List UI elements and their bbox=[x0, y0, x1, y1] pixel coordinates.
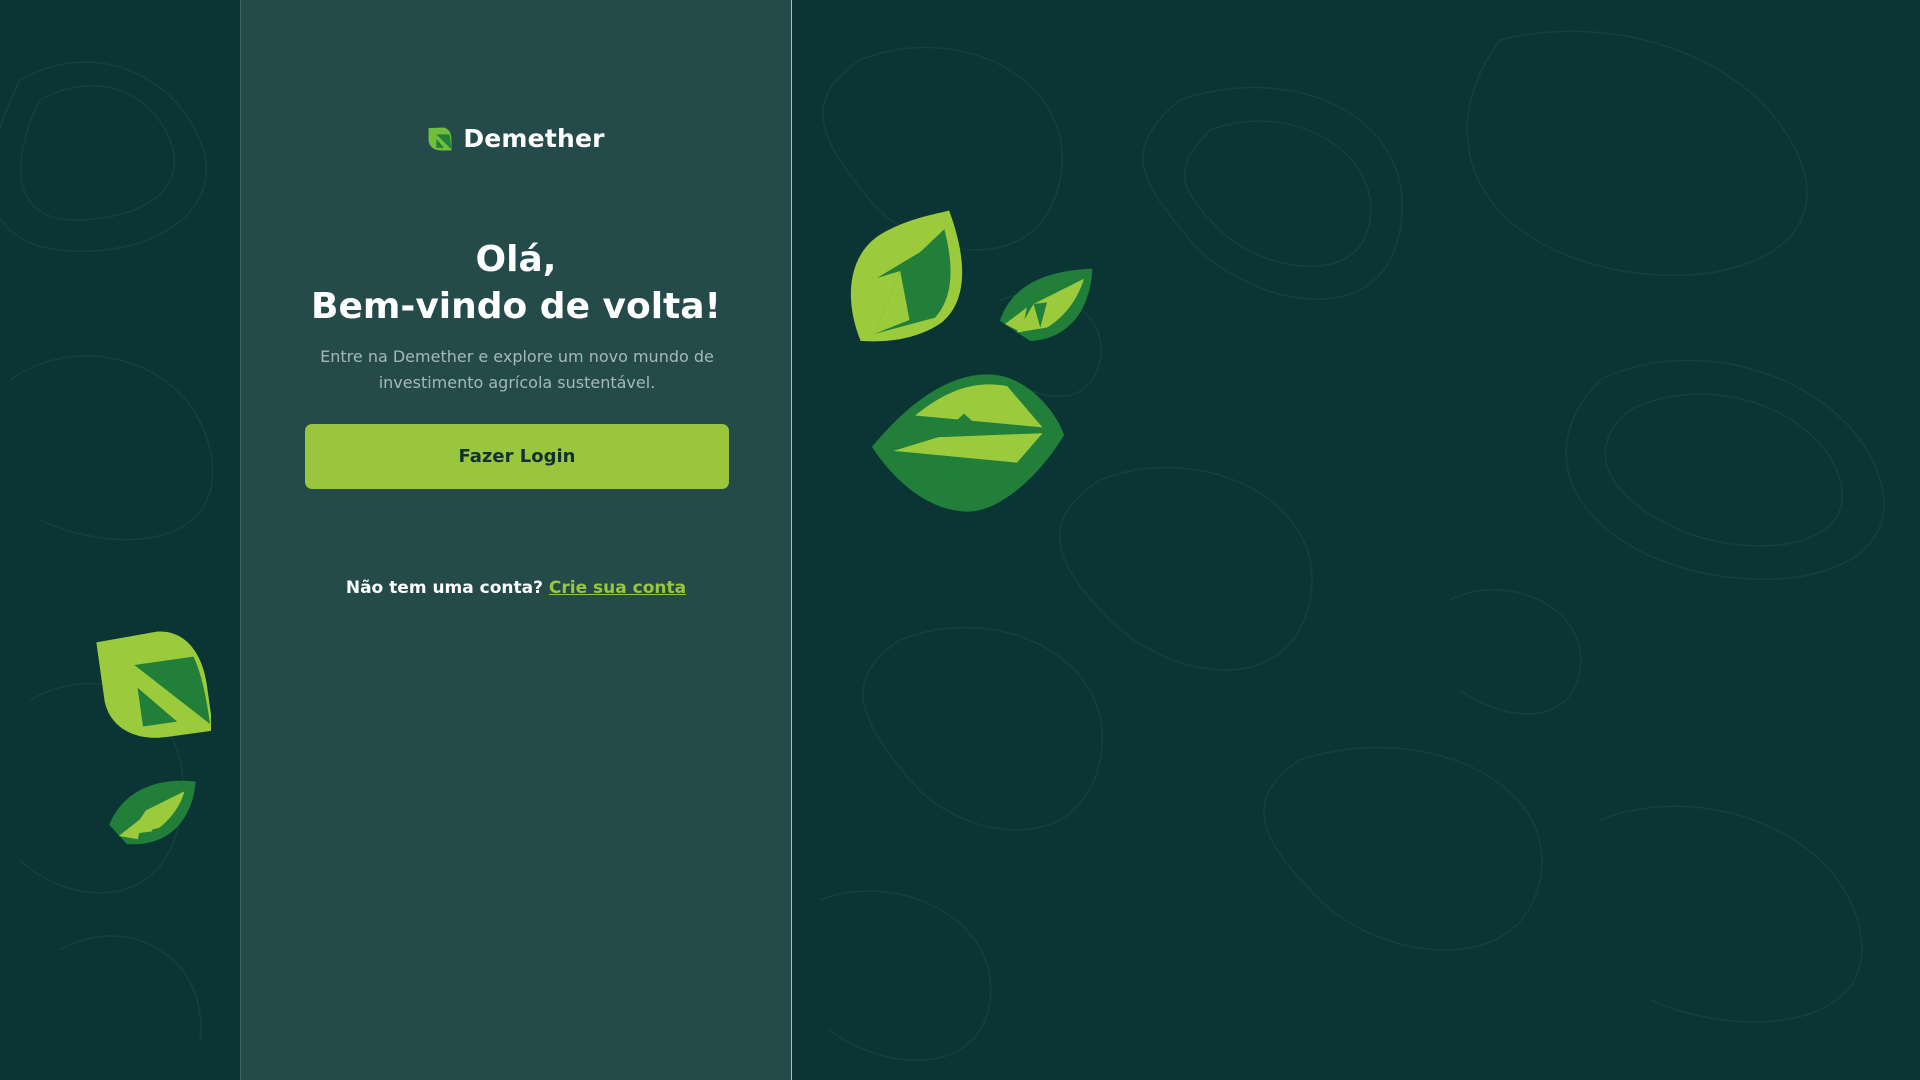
leaf-icon bbox=[850, 210, 963, 342]
leaf-icon bbox=[999, 268, 1093, 341]
brand-header: Demether bbox=[241, 124, 791, 153]
leaf-icon bbox=[96, 631, 211, 738]
welcome-subtitle: Entre na Demether e explore um novo mund… bbox=[320, 347, 714, 392]
brand-name: Demether bbox=[463, 124, 605, 153]
greeting-line-1: Olá, bbox=[475, 239, 557, 280]
greeting-line-2: Bem-vindo de volta! bbox=[311, 286, 721, 327]
leaf-icon bbox=[109, 780, 196, 845]
greeting-heading: Olá, Bem-vindo de volta! bbox=[241, 236, 791, 330]
signup-prompt: Não tem uma conta? Crie sua conta bbox=[241, 578, 791, 598]
signup-prompt-text: Não tem uma conta? bbox=[345, 578, 543, 598]
login-panel: Demether Olá, Bem-vindo de volta! Entre … bbox=[240, 0, 792, 1080]
demether-leaf-logo-icon bbox=[428, 127, 452, 150]
create-account-link[interactable]: Crie sua conta bbox=[549, 578, 686, 598]
login-button[interactable]: Fazer Login bbox=[305, 424, 729, 489]
leaf-icon bbox=[871, 374, 1065, 512]
